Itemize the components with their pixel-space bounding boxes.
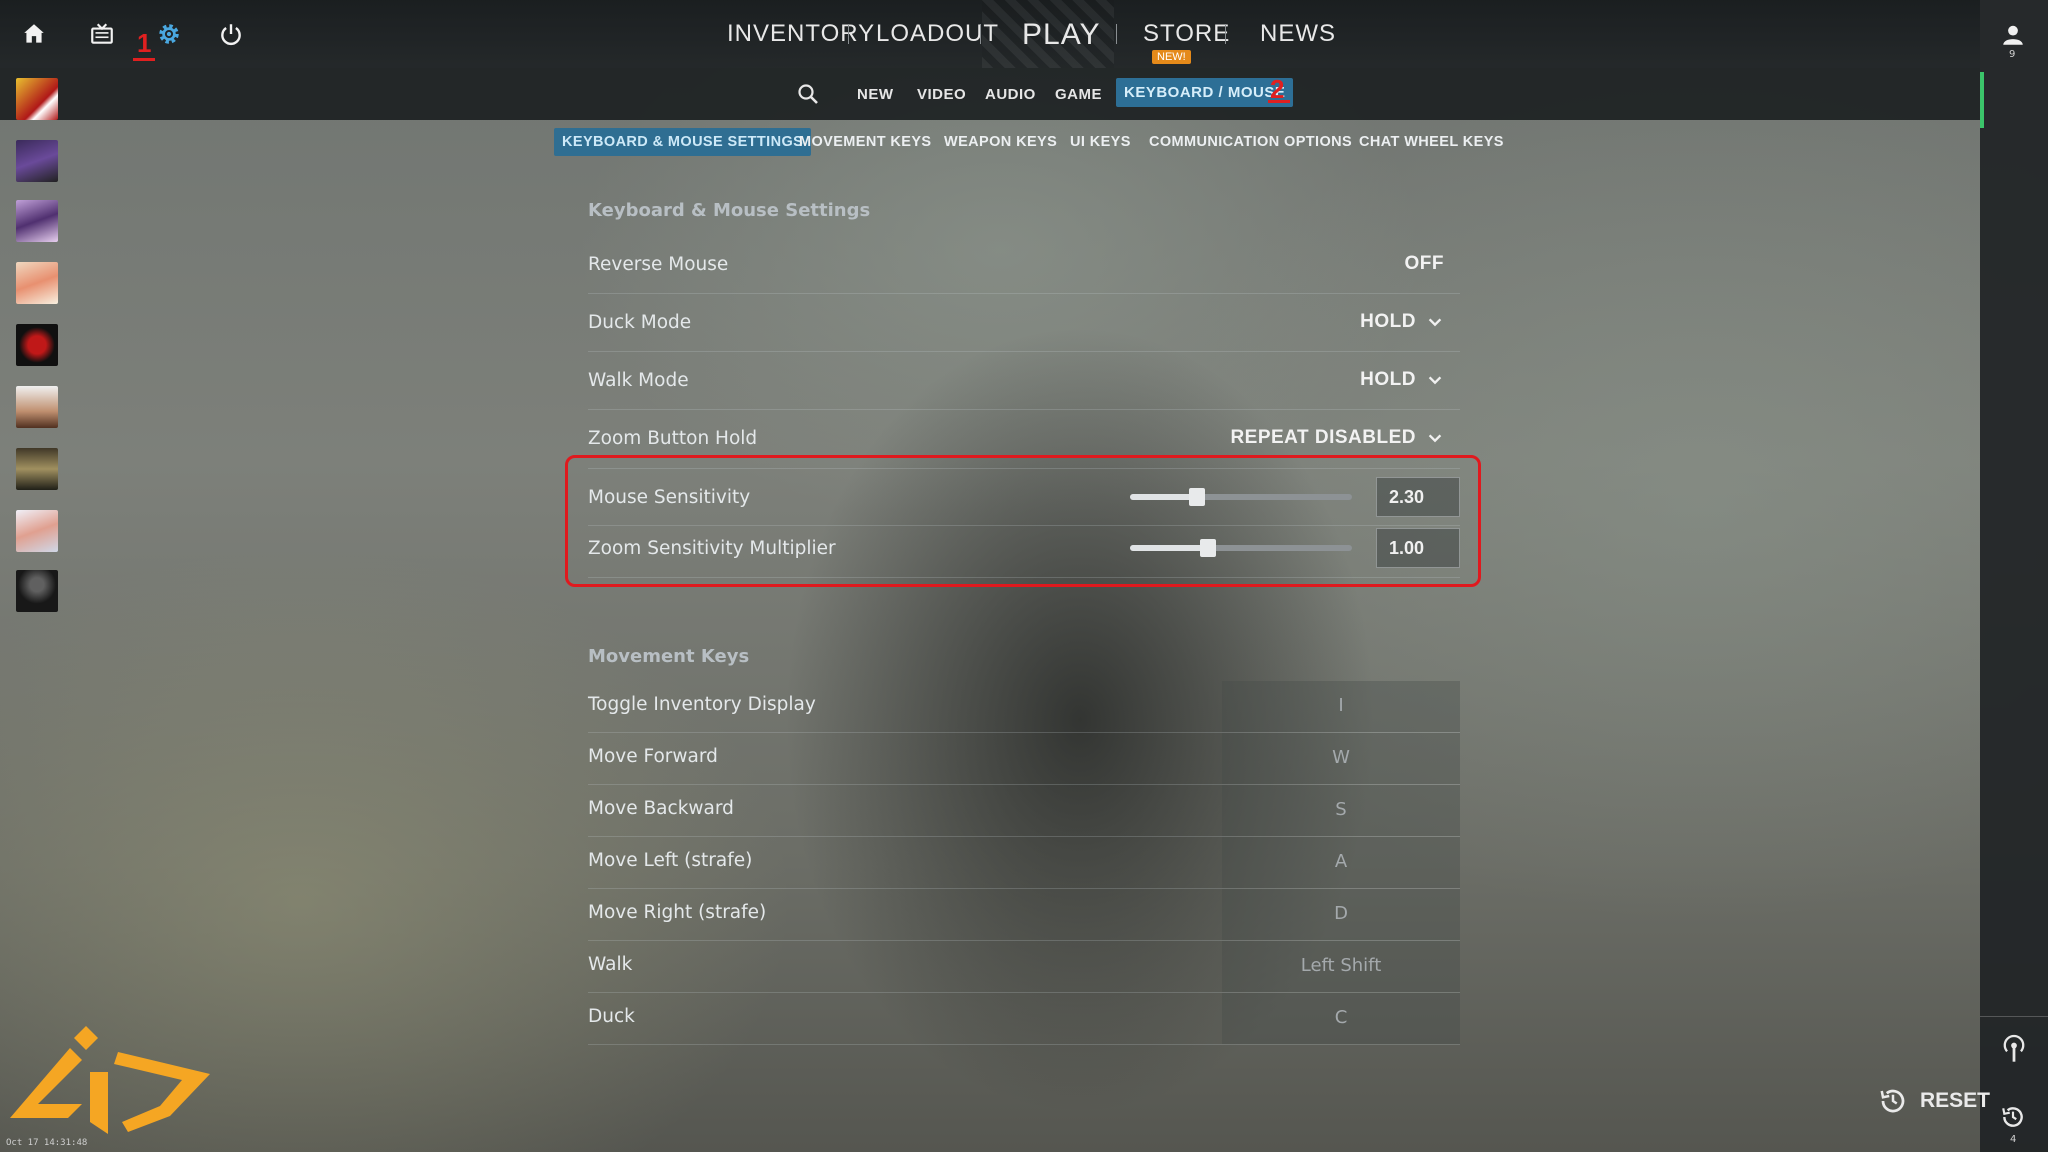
history-icon[interactable] <box>2000 1104 2026 1134</box>
dropdown[interactable]: HOLD <box>1360 311 1444 333</box>
setting-row-mouse-sensitivity: Mouse Sensitivity 2.30 <box>588 468 1460 526</box>
chevron-down-icon <box>1428 318 1442 327</box>
slider-fill <box>1130 545 1208 551</box>
sensitivity-slider[interactable] <box>1130 488 1352 506</box>
reset-button[interactable]: RESET <box>1878 1086 1990 1116</box>
keybind-row: Toggle Inventory Display I <box>588 681 1460 733</box>
chevron-down-icon <box>1428 434 1442 443</box>
slider-handle[interactable] <box>1199 539 1216 557</box>
nav-play[interactable]: PLAY <box>1022 18 1101 52</box>
main-nav: INVENTORY LOADOUT PLAY STORE NEW! NEWS <box>0 0 1980 68</box>
keybind-row: Duck C <box>588 993 1460 1045</box>
keybind-button[interactable]: D <box>1222 889 1460 940</box>
friends-sidebar <box>1980 0 2048 1152</box>
reset-label: RESET <box>1920 1089 1991 1112</box>
subnav-video[interactable]: VIDEO <box>917 86 966 103</box>
keybind-row: Move Forward W <box>588 733 1460 785</box>
tab-movement-keys[interactable]: MOVEMENT KEYS <box>799 134 932 150</box>
keybind-button[interactable]: W <box>1222 733 1460 784</box>
keybind-button[interactable]: C <box>1222 993 1460 1044</box>
value-text: HOLD <box>1360 311 1416 332</box>
tab-keyboard-mouse-settings[interactable]: KEYBOARD & MOUSE SETTINGS <box>554 128 812 156</box>
keybind-button[interactable]: S <box>1222 785 1460 836</box>
nav-separator <box>848 24 849 44</box>
keybind-row: Move Backward S <box>588 785 1460 837</box>
broadcast-icon[interactable] <box>2000 1034 2028 1068</box>
subnav-game[interactable]: GAME <box>1055 86 1102 103</box>
tab-weapon-keys[interactable]: WEAPON KEYS <box>944 134 1057 150</box>
value-text: REPEAT DISABLED <box>1230 427 1416 448</box>
setting-label: Zoom Button Hold <box>588 428 758 449</box>
keybind-label: Walk <box>588 954 633 975</box>
nav-store[interactable]: STORE <box>1143 20 1230 48</box>
tab-communication-options[interactable]: COMMUNICATION OPTIONS <box>1149 134 1352 150</box>
keybind-button[interactable]: A <box>1222 837 1460 888</box>
keybind-label: Move Left (strafe) <box>588 850 753 871</box>
setting-label: Walk Mode <box>588 370 689 391</box>
zoom-sensitivity-slider[interactable] <box>1130 539 1352 557</box>
nav-separator <box>1116 24 1117 44</box>
keybind-row: Move Left (strafe) A <box>588 837 1460 889</box>
new-badge: NEW! <box>1152 50 1191 64</box>
friend-avatar[interactable] <box>16 570 58 612</box>
annotation-underline <box>1268 100 1290 103</box>
reset-icon <box>1880 1089 1905 1113</box>
keybind-label: Duck <box>588 1006 635 1027</box>
friend-avatar[interactable] <box>16 262 58 304</box>
nav-news[interactable]: NEWS <box>1260 20 1336 48</box>
setting-label: Zoom Sensitivity Multiplier <box>588 538 836 559</box>
slider-fill <box>1130 494 1197 500</box>
section-title-kms: Keyboard & Mouse Settings <box>588 200 871 221</box>
online-indicator <box>1980 72 1984 128</box>
friend-avatar[interactable] <box>16 510 58 552</box>
keybind-label: Move Backward <box>588 798 734 819</box>
friend-avatar[interactable] <box>16 386 58 428</box>
search-icon[interactable] <box>796 82 820 110</box>
toggle-value[interactable]: OFF <box>1405 253 1445 275</box>
friend-avatar[interactable] <box>16 78 58 120</box>
friend-avatar[interactable] <box>16 448 58 490</box>
keybind-button[interactable]: I <box>1222 681 1460 732</box>
setting-label: Duck Mode <box>588 312 692 333</box>
setting-label: Mouse Sensitivity <box>588 487 751 508</box>
value-text: HOLD <box>1360 369 1416 390</box>
zoom-sensitivity-input[interactable]: 1.00 <box>1376 528 1460 568</box>
timestamp: Oct 17 14:31:48 <box>6 1138 88 1148</box>
setting-row-duck-mode[interactable]: Duck Mode HOLD <box>588 294 1460 352</box>
setting-row-zoom-sensitivity: Zoom Sensitivity Multiplier 1.00 <box>588 520 1460 578</box>
chevron-down-icon <box>1428 376 1442 385</box>
sensitivity-input[interactable]: 2.30 <box>1376 477 1460 517</box>
watermark-logo <box>10 1022 220 1146</box>
subnav-audio[interactable]: AUDIO <box>985 86 1036 103</box>
keybind-button[interactable]: Left Shift <box>1222 941 1460 992</box>
dropdown[interactable]: REPEAT DISABLED <box>1230 427 1444 449</box>
nav-inventory[interactable]: INVENTORY <box>727 20 875 48</box>
history-count: 4 <box>2010 1134 2017 1145</box>
profile-count: 9 <box>2009 49 2016 60</box>
keybind-label: Toggle Inventory Display <box>588 694 816 715</box>
keybind-label: Move Right (strafe) <box>588 902 767 923</box>
value-text: OFF <box>1404 253 1444 274</box>
setting-label: Reverse Mouse <box>588 254 729 275</box>
friend-avatar[interactable] <box>16 324 58 366</box>
setting-row-reverse-mouse[interactable]: Reverse Mouse OFF <box>588 236 1460 294</box>
slider-handle[interactable] <box>1188 488 1205 506</box>
tab-chat-wheel-keys[interactable]: CHAT WHEEL KEYS <box>1359 134 1504 150</box>
keybind-row: Move Right (strafe) D <box>588 889 1460 941</box>
dropdown[interactable]: HOLD <box>1360 369 1444 391</box>
keybind-row: Walk Left Shift <box>588 941 1460 993</box>
nav-separator <box>1225 24 1226 44</box>
nav-separator <box>980 24 981 44</box>
tab-ui-keys[interactable]: UI KEYS <box>1070 134 1131 150</box>
profile-icon[interactable] <box>2000 22 2026 52</box>
section-title-movement: Movement Keys <box>588 646 750 667</box>
sidebar-divider <box>1980 1016 2048 1017</box>
subnav-keyboard-mouse[interactable]: KEYBOARD / MOUSE <box>1116 78 1294 107</box>
setting-row-walk-mode[interactable]: Walk Mode HOLD <box>588 352 1460 410</box>
subnav-new[interactable]: NEW <box>857 86 894 103</box>
keybind-label: Move Forward <box>588 746 718 767</box>
friend-avatar[interactable] <box>16 140 58 182</box>
friend-avatar[interactable] <box>16 200 58 242</box>
